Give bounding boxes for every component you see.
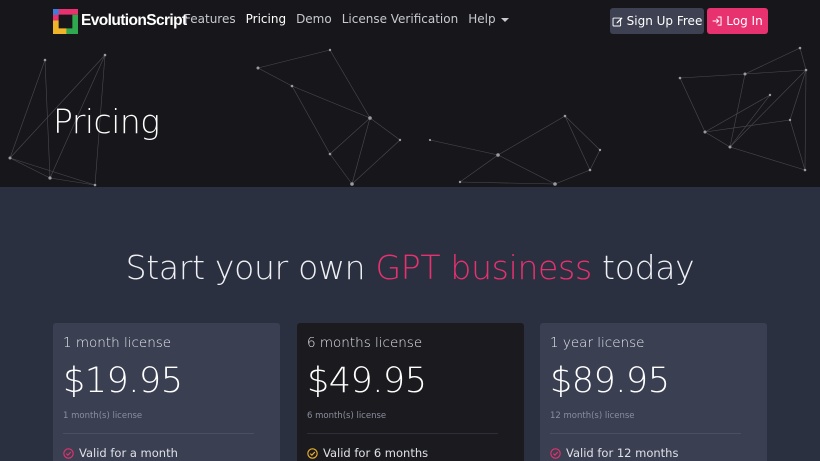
plan-feature-text: Valid for 12 months <box>566 446 679 460</box>
pricing-card-1-year[interactable]: 1 year license $89.95 12 month(s) licens… <box>540 323 767 461</box>
evolutionscript-logo-icon <box>53 8 78 34</box>
plan-price: $19.95 <box>63 361 183 401</box>
card-divider <box>550 433 741 434</box>
plan-name: 1 month license <box>63 335 172 351</box>
nav-item-help-label: Help <box>468 12 496 26</box>
sign-up-label: Sign Up Free <box>626 14 703 28</box>
nav-item-features[interactable]: Features <box>184 12 236 26</box>
log-in-button[interactable]: Log In <box>707 8 768 34</box>
log-in-label: Log In <box>726 14 763 28</box>
caret-down-icon <box>500 17 509 22</box>
plan-feature: Valid for 6 months <box>307 446 514 460</box>
plan-feature-text: Valid for 6 months <box>323 446 429 460</box>
section-heading: Start your own GPT business today <box>0 248 820 287</box>
nav-item-demo[interactable]: Demo <box>296 12 332 26</box>
check-circle-icon <box>307 447 318 459</box>
hero-banner: EvolutionScript Features Pricing Demo Li… <box>0 0 820 187</box>
section-heading-accent: GPT business <box>375 248 593 287</box>
sign-up-button[interactable]: Sign Up Free <box>610 8 704 34</box>
plan-feature-text: Valid for a month <box>79 446 178 460</box>
plan-price: $89.95 <box>550 361 670 401</box>
top-navbar: EvolutionScript Features Pricing Demo Li… <box>0 0 820 42</box>
page-title: Pricing <box>53 102 160 141</box>
check-circle-icon <box>550 447 561 459</box>
edit-icon <box>612 16 623 26</box>
nav-item-pricing[interactable]: Pricing <box>246 12 286 26</box>
section-heading-start: Start your own <box>125 248 376 287</box>
check-circle-icon <box>63 447 74 459</box>
main-nav: Features Pricing Demo License Verificati… <box>184 12 519 26</box>
nav-item-help[interactable]: Help <box>468 12 509 26</box>
card-divider <box>307 433 498 434</box>
plan-feature: Valid for 12 months <box>550 446 757 460</box>
section-heading-end: today <box>591 248 695 287</box>
plan-feature: Valid for a month <box>63 446 270 460</box>
brand-link[interactable]: EvolutionScript <box>53 8 187 34</box>
brand-name: EvolutionScript <box>81 12 187 29</box>
card-divider <box>63 433 254 434</box>
plan-subtitle: 12 month(s) license <box>550 411 635 421</box>
login-icon <box>712 16 722 26</box>
pricing-card-6-months[interactable]: 6 months license $49.95 6 month(s) licen… <box>297 323 524 461</box>
plan-name: 1 year license <box>550 335 645 351</box>
plan-price: $49.95 <box>307 361 427 401</box>
plan-subtitle: 6 month(s) license <box>307 411 387 421</box>
pricing-card-1-month[interactable]: 1 month license $19.95 1 month(s) licens… <box>53 323 280 461</box>
plan-subtitle: 1 month(s) license <box>63 411 143 421</box>
nav-item-license-verification[interactable]: License Verification <box>342 12 458 26</box>
plan-name: 6 months license <box>307 335 423 351</box>
